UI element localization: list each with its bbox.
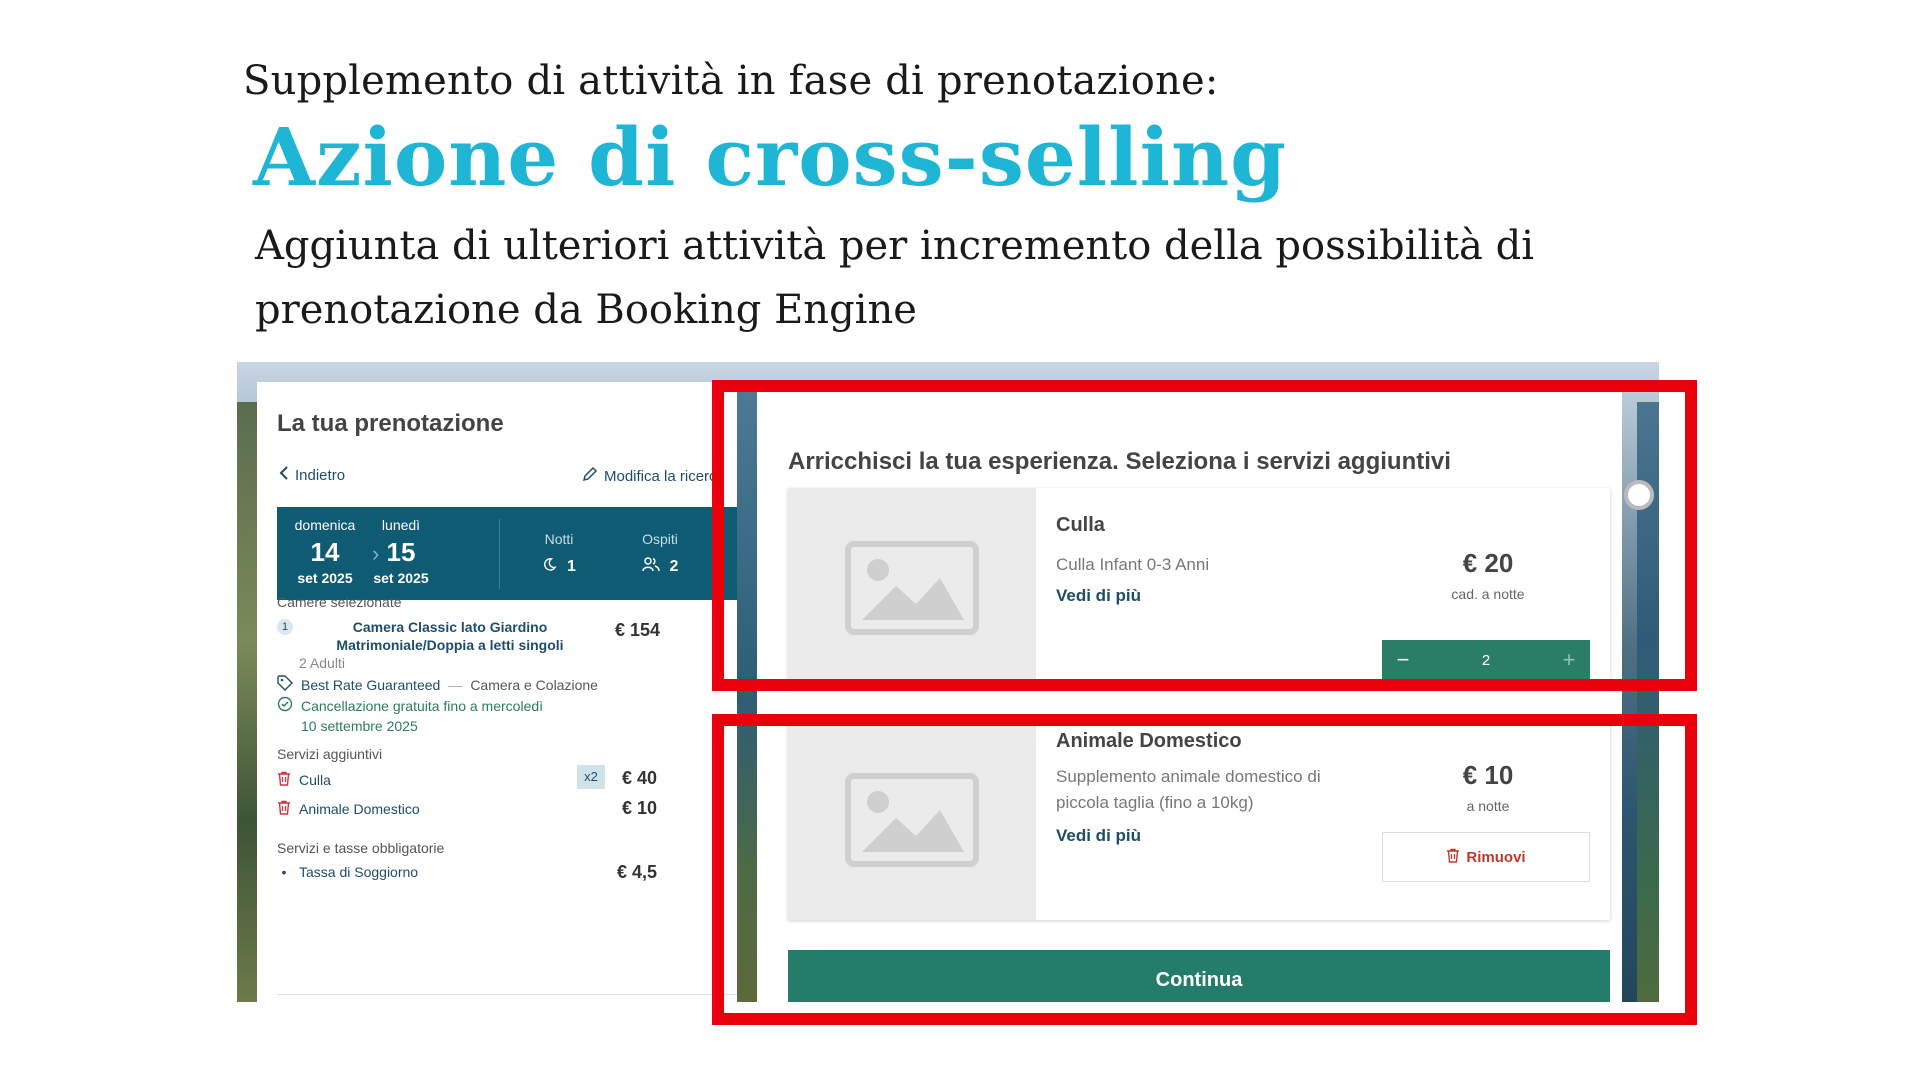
service-row-animale: Animale Domestico [277,800,420,818]
stay-dates-box[interactable]: domenica 14 set 2025 › lunedì 15 set 202… [277,507,737,600]
tax-price: € 4,5 [617,862,658,882]
booking-title: La tua prenotazione [277,410,504,437]
bullet: • [281,864,287,880]
room-occupancy: 2 Adulti [299,655,345,671]
checkin-date: domenica 14 set 2025 [285,517,365,586]
guests-stat: Ospiti 2 [620,531,700,577]
nights-value: 1 [567,558,576,575]
back-link[interactable]: Indietro [279,466,345,484]
tax-row: • Tassa di Soggiorno [277,864,419,880]
cancellation-text: Cancellazione gratuita fino a mercoledì … [301,698,544,734]
guests-label: Ospiti [642,531,678,547]
guests-value: 2 [669,558,679,575]
service-qty-badge: x2 [577,765,605,789]
services-section-label: Servizi aggiuntivi [277,746,383,762]
back-label: Indietro [295,466,346,484]
edit-search-link[interactable]: Modifica la ricerc [582,466,717,486]
checkout-weekday: lunedì [381,517,421,533]
edit-label: Modifica la ricerc [604,467,717,485]
service-name: Animale Domestico [299,801,420,817]
rate-row: Best Rate Guaranteed — Camera e Colazion… [277,675,598,694]
trash-icon[interactable] [277,800,291,818]
checkout-day: 15 [386,537,416,567]
slide-title: Azione di cross-selling [253,110,1288,204]
divider [499,519,500,589]
booking-summary-panel: La tua prenotazione Indietro Modifica la… [257,382,737,1002]
highlight-frame [712,380,1697,691]
room-number-badge: 1 [277,619,293,635]
room-name[interactable]: Camera Classic lato Giardino Matrimonial… [300,618,600,654]
nights-label: Notti [544,531,574,547]
checkout-date: lunedì 15 set 2025 [361,517,441,586]
service-price: € 40 [622,768,658,788]
trash-icon[interactable] [277,771,291,789]
nights-stat: Notti 1 [519,531,599,577]
board-type: Camera e Colazione [470,676,598,693]
service-row-culla: Culla [277,771,331,789]
pencil-icon [582,466,598,486]
rooms-section-label: Camere selezionate [277,594,402,610]
slide-intro: Supplemento di attività in fase di preno… [243,58,1219,104]
chevron-left-icon [279,466,289,484]
slide-description: Aggiunta di ulteriori attività per incre… [255,223,1534,333]
cancellation-row: Cancellazione gratuita fino a mercoledì … [277,696,561,736]
checkout-month: set 2025 [373,570,429,586]
rate-name: Best Rate Guaranteed [301,676,441,693]
highlight-frame [712,714,1697,1025]
service-price: € 10 [622,798,658,818]
service-name: Culla [299,772,331,788]
checkin-day: 14 [310,537,340,567]
checkin-weekday: domenica [294,517,356,533]
taxes-section-label: Servizi e tasse obbligatorie [277,840,445,856]
room-price: € 154 [615,620,661,640]
moon-icon [542,557,557,577]
tax-name: Tassa di Soggiorno [299,864,419,880]
checkin-month: set 2025 [297,570,353,586]
divider [277,994,737,995]
check-circle-icon [277,696,293,715]
guests-icon [641,557,660,577]
rate-separator: — [448,676,463,693]
tag-icon [277,675,293,694]
